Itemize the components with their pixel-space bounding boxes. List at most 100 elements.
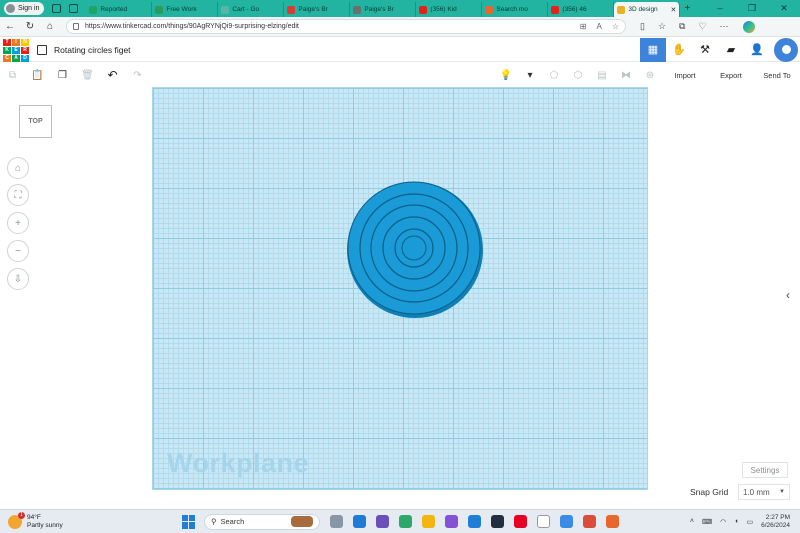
windows-taskbar: 1 94°F Partly sunny ⚲ Search ˄ ⌨ ◠ ◖ ▭ 2… bbox=[0, 509, 800, 533]
undo-icon[interactable]: ↶ bbox=[100, 68, 125, 82]
zoom-in-icon[interactable]: + bbox=[7, 212, 29, 234]
favorite-star-icon[interactable]: ☆ bbox=[612, 22, 619, 31]
logo-letter: K bbox=[3, 46, 11, 54]
import-button[interactable]: Import bbox=[662, 71, 708, 80]
design-list-icon[interactable] bbox=[37, 44, 47, 55]
ungroup-icon[interactable]: ⬡ bbox=[566, 70, 590, 81]
duplicate-icon[interactable]: ❐ bbox=[50, 70, 75, 81]
align-icon[interactable]: ▤ bbox=[590, 70, 614, 81]
browser-tab[interactable]: Cart - Go bbox=[218, 2, 285, 17]
copilot-icon[interactable] bbox=[742, 20, 755, 33]
taskbar-app-icon[interactable] bbox=[353, 515, 366, 528]
browser-tab[interactable]: 3D design ✕ bbox=[614, 2, 681, 17]
browser-tab[interactable]: (356) 46 bbox=[548, 2, 615, 17]
perspective-icon[interactable]: ⇩ bbox=[7, 268, 29, 290]
clock[interactable]: 2:27 PM 6/26/2024 bbox=[761, 514, 790, 530]
snap-grid-label: Snap Grid bbox=[690, 487, 729, 497]
blocks-view-icon[interactable]: ✋ bbox=[666, 38, 692, 62]
keyboard-icon[interactable]: ⌨ bbox=[702, 518, 712, 526]
user-avatar[interactable] bbox=[774, 37, 798, 62]
search-placeholder: Search bbox=[220, 517, 245, 526]
view-cube[interactable]: TOP bbox=[19, 105, 52, 138]
minimize-button[interactable]: – bbox=[704, 3, 736, 14]
collections-icon[interactable]: ⧉ bbox=[679, 21, 685, 32]
close-tab-icon[interactable]: ✕ bbox=[671, 6, 677, 14]
wifi-icon[interactable]: ◠ bbox=[720, 518, 726, 526]
browser-tab[interactable]: Search mo bbox=[482, 2, 549, 17]
browser-essentials-icon[interactable]: ♡ bbox=[698, 21, 706, 32]
home-view-icon[interactable]: ⌂ bbox=[7, 157, 29, 179]
read-aloud-icon[interactable]: A bbox=[596, 22, 601, 31]
refresh-button[interactable]: ↻ bbox=[20, 21, 40, 32]
snap-grid-select[interactable]: 1.0 mm ▼ bbox=[738, 484, 790, 500]
light-bulb-icon[interactable]: 💡 bbox=[494, 70, 518, 81]
collapse-panel-icon[interactable]: ‹ bbox=[786, 288, 790, 302]
tab-favicon-icon bbox=[485, 5, 494, 14]
tinkercad-header: TIN KER CAD Rotating circles figet ▦ ✋ ⚒ ▰… bbox=[0, 37, 800, 62]
taskbar-app-icon[interactable] bbox=[422, 515, 435, 528]
taskbar-app-icon[interactable] bbox=[468, 515, 481, 528]
3d-design-view-icon[interactable]: ▦ bbox=[640, 37, 666, 62]
taskbar-app-icon[interactable] bbox=[376, 515, 389, 528]
volume-icon[interactable]: ◖ bbox=[734, 518, 738, 525]
zoom-out-icon[interactable]: − bbox=[7, 240, 29, 262]
workspaces-icon[interactable] bbox=[52, 4, 62, 13]
delete-icon[interactable]: 🗑 bbox=[75, 70, 100, 81]
profile-avatar-icon bbox=[6, 4, 15, 13]
redo-icon[interactable]: ↷ bbox=[125, 70, 150, 81]
add-user-icon[interactable]: 👤 bbox=[744, 38, 770, 62]
start-button[interactable] bbox=[182, 514, 196, 529]
url-actions: ⊞ A ☆ bbox=[580, 22, 619, 31]
taskbar-app-icon[interactable] bbox=[491, 515, 504, 528]
group-icon[interactable]: ⬠ bbox=[542, 70, 566, 81]
app-available-icon[interactable]: ⊞ bbox=[580, 22, 587, 31]
split-screen-icon[interactable]: ▯ bbox=[640, 21, 645, 32]
copy-icon[interactable]: ⧉ bbox=[0, 70, 25, 81]
mirror-icon[interactable]: ⧓ bbox=[614, 70, 638, 81]
new-tab-button[interactable]: + bbox=[680, 3, 694, 14]
fit-view-icon[interactable]: ⛶ bbox=[7, 184, 29, 206]
logo-letter: C bbox=[3, 54, 11, 62]
cruise-icon[interactable]: ⊛ bbox=[638, 70, 662, 81]
browser-tab-strip: Sign in Reported Free Work Cart - Go Paige'… bbox=[0, 0, 800, 17]
browser-tab[interactable]: Reported bbox=[86, 2, 153, 17]
browser-tab[interactable]: Free Work bbox=[152, 2, 219, 17]
design-title[interactable]: Rotating circles figet bbox=[54, 45, 131, 55]
send-to-button[interactable]: Send To bbox=[754, 71, 800, 80]
lessons-view-icon[interactable]: ▰ bbox=[718, 38, 744, 62]
tinkercad-logo[interactable]: TIN KER CAD bbox=[3, 38, 29, 62]
taskbar-app-icon[interactable] bbox=[514, 515, 527, 528]
maximize-button[interactable]: ❐ bbox=[736, 3, 768, 14]
search-highlight-image bbox=[291, 516, 313, 527]
tab-actions-icon[interactable] bbox=[69, 4, 79, 13]
browser-tab[interactable]: (356) Kid bbox=[416, 2, 483, 17]
taskbar-app-icon[interactable] bbox=[537, 515, 550, 528]
taskbar-app-icon[interactable] bbox=[560, 515, 573, 528]
home-button[interactable]: ⌂ bbox=[40, 21, 60, 32]
more-menu-icon[interactable]: ⋯ bbox=[720, 21, 729, 32]
favorites-icon[interactable]: ☆ bbox=[658, 21, 666, 32]
url-text: https://www.tinkercad.com/things/90AgRYN… bbox=[85, 23, 299, 30]
export-button[interactable]: Export bbox=[708, 71, 754, 80]
lock-icon bbox=[73, 23, 79, 30]
taskbar-search[interactable]: ⚲ Search bbox=[204, 513, 320, 530]
weather-widget[interactable]: 1 94°F Partly sunny bbox=[8, 511, 88, 530]
url-field[interactable]: https://www.tinkercad.com/things/90AgRYN… bbox=[66, 19, 626, 34]
taskbar-app-icon[interactable] bbox=[445, 515, 458, 528]
paste-icon[interactable]: 📋 bbox=[25, 70, 50, 81]
browser-tab[interactable]: Paige's Br bbox=[284, 2, 351, 17]
browser-tab[interactable]: Paige's Br bbox=[350, 2, 417, 17]
taskbar-app-icon[interactable] bbox=[330, 515, 343, 528]
battery-icon[interactable]: ▭ bbox=[746, 518, 753, 526]
close-window-button[interactable]: ✕ bbox=[768, 3, 800, 14]
back-button[interactable]: ← bbox=[0, 21, 20, 32]
settings-button[interactable]: Settings bbox=[742, 462, 788, 478]
taskbar-app-icon[interactable] bbox=[399, 515, 412, 528]
dropdown-arrow-icon[interactable]: ▾ bbox=[518, 70, 542, 81]
chevron-up-icon[interactable]: ˄ bbox=[690, 518, 694, 525]
profile-signin-button[interactable]: Sign in bbox=[4, 2, 45, 15]
taskbar-app-icon[interactable] bbox=[606, 515, 619, 528]
taskbar-app-icon[interactable] bbox=[583, 515, 596, 528]
rotating-circles-shape[interactable] bbox=[346, 181, 484, 319]
bricks-view-icon[interactable]: ⚒ bbox=[692, 38, 718, 62]
